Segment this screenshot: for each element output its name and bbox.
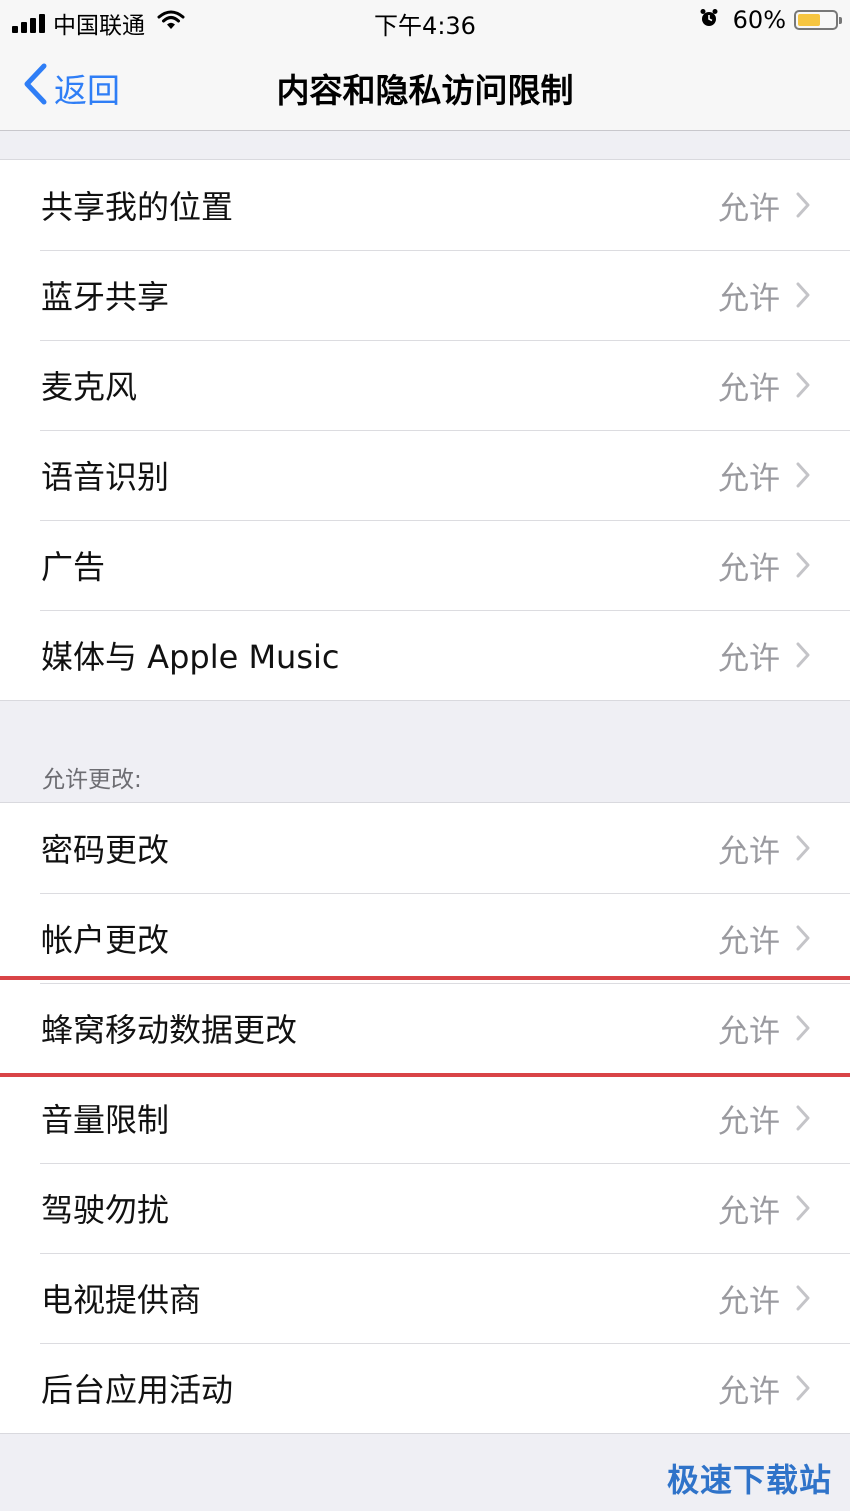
settings-row[interactable]: 广告 允许 [0,520,850,610]
row-label: 帐户更改 [41,921,170,959]
settings-row[interactable]: 蜂窝移动数据更改 允许 [0,983,850,1073]
status-right: 60% [699,6,842,34]
chevron-right-icon [796,835,810,861]
row-value: 允许 [718,1013,780,1050]
row-value: 允许 [718,923,780,960]
row-value: 允许 [718,280,780,317]
row-value: 允许 [718,460,780,497]
row-value: 允许 [718,833,780,870]
settings-row[interactable]: 驾驶勿扰 允许 [0,1163,850,1253]
highlight-line-bottom [0,1073,850,1077]
battery-icon [794,10,842,30]
chevron-right-icon [796,1015,810,1041]
row-value: 允许 [718,1103,780,1140]
section-header-allow-changes: 允许更改: [42,767,142,793]
row-value: 允许 [718,1283,780,1320]
settings-group-1: 共享我的位置 允许 蓝牙共享 允许 麦克风 允许 语音识别 允许 广告 允许 媒体与 Apple M… [0,159,850,701]
row-label: 广告 [41,548,106,586]
settings-row[interactable]: 后台应用活动 允许 [0,1343,850,1433]
battery-percent: 60% [732,6,786,34]
chevron-right-icon [796,462,810,488]
settings-group-2: 密码更改 允许 帐户更改 允许 蜂窝移动数据更改 允许 音量限制 允许 驾驶勿扰 允许 电视提供商允… [0,802,850,1434]
settings-row[interactable]: 媒体与 Apple Music 允许 [0,610,850,700]
settings-row[interactable]: 电视提供商 允许 [0,1253,850,1343]
row-label: 音量限制 [41,1101,170,1139]
row-value: 允许 [718,640,780,677]
chevron-right-icon [796,282,810,308]
row-label: 电视提供商 [41,1281,202,1319]
row-value: 允许 [718,370,780,407]
page-title: 内容和隐私访问限制 [276,71,574,110]
row-label: 密码更改 [41,831,170,869]
chevron-right-icon [796,642,810,668]
chevron-right-icon [796,552,810,578]
highlight-line-top [0,976,850,980]
chevron-right-icon [796,925,810,951]
row-label: 后台应用活动 [41,1371,234,1409]
row-label: 蓝牙共享 [41,278,170,316]
settings-row[interactable]: 语音识别 允许 [0,430,850,520]
row-label: 麦克风 [41,368,138,406]
row-value: 允许 [718,1373,780,1410]
navigation-bar: 返回 内容和隐私访问限制 [0,44,850,131]
row-value: 允许 [718,550,780,587]
settings-row[interactable]: 密码更改 允许 [0,803,850,893]
settings-row[interactable]: 蓝牙共享 允许 [0,250,850,340]
row-value: 允许 [718,1193,780,1230]
chevron-right-icon [796,192,810,218]
watermark: 极速下载站 [666,1461,832,1499]
row-label: 语音识别 [41,458,170,496]
row-label: 驾驶勿扰 [41,1191,170,1229]
row-label: 媒体与 Apple Music [41,638,340,676]
settings-row[interactable]: 麦克风 允许 [0,340,850,430]
chevron-right-icon [796,1375,810,1401]
chevron-right-icon [796,372,810,398]
chevron-right-icon [796,1195,810,1221]
alarm-icon [699,6,719,34]
row-value: 允许 [718,190,780,227]
settings-row[interactable]: 音量限制 允许 [0,1073,850,1163]
row-label: 共享我的位置 [41,188,234,226]
row-label: 蜂窝移动数据更改 [41,1011,298,1049]
chevron-right-icon [796,1285,810,1311]
settings-row[interactable]: 共享我的位置 允许 [0,160,850,250]
status-bar: 中国联通 下午4:36 60% [0,0,850,44]
battery-fill [798,14,820,26]
chevron-right-icon [796,1105,810,1131]
settings-row[interactable]: 帐户更改 允许 [0,893,850,983]
